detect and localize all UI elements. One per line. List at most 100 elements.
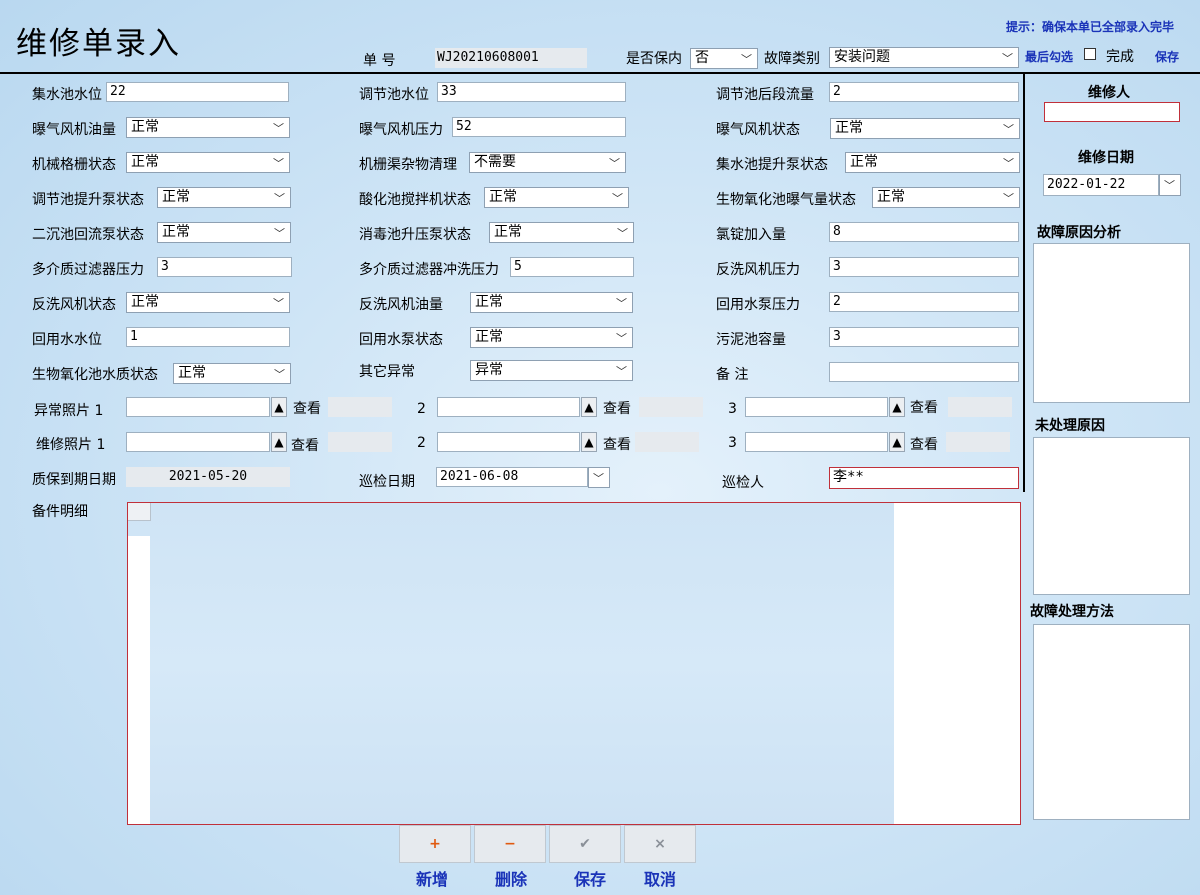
repair-date-input[interactable]: 2022-01-22 (1043, 174, 1159, 196)
r2-b-label: 曝气风机压力 (359, 122, 443, 138)
method-textarea[interactable] (1033, 624, 1190, 820)
hint-text: 提示：确保本单已全部录入完毕 (1006, 20, 1175, 34)
warranty-label: 是否保内 (626, 51, 682, 67)
r7-b-select[interactable]: 正常 ﹀ (470, 292, 633, 313)
r3-a-select[interactable]: 正常 ﹀ (126, 152, 290, 173)
abnormal-photo-2-preview (639, 397, 703, 417)
order-no-field: WJ20210608001 (435, 48, 587, 68)
r7-c-label: 回用水泵压力 (716, 297, 800, 313)
r7-c-input[interactable]: 2 (829, 292, 1019, 312)
warranty-select[interactable]: 否 ﹀ (690, 48, 758, 69)
fault-type-select[interactable]: 安装问题 ﹀ (829, 47, 1019, 68)
r5-a-select[interactable]: 正常 ﹀ (157, 222, 291, 243)
fault-type-label: 故障类别 (764, 51, 820, 67)
upload-icon[interactable]: ▲ (271, 432, 287, 452)
r9-c-input[interactable] (829, 362, 1019, 382)
add-button-label[interactable]: 新增 (396, 866, 468, 890)
view-link[interactable]: 查看 (293, 398, 321, 418)
header-divider (0, 72, 1200, 74)
add-button[interactable]: + (399, 825, 471, 863)
save-button[interactable]: ✔ (549, 825, 621, 863)
upload-icon[interactable]: ▲ (581, 432, 597, 452)
upload-icon[interactable]: ▲ (581, 397, 597, 417)
r2-a-select[interactable]: 正常 ﹀ (126, 117, 290, 138)
r7-a-label: 反洗风机状态 (32, 297, 116, 313)
cancel-button[interactable]: × (624, 825, 696, 863)
abnormal-photo-label: 异常照片 1 (34, 403, 104, 419)
r9-b-select[interactable]: 异常 ﹀ (470, 360, 633, 381)
photo-index-3: 3 (728, 435, 737, 451)
view-link[interactable]: 查看 (910, 434, 938, 454)
repair-photo-2-input[interactable] (437, 432, 580, 452)
inspect-date-picker[interactable]: ﹀ (588, 467, 610, 488)
abnormal-photo-1-input[interactable] (126, 397, 270, 417)
repair-photo-3-input[interactable] (745, 432, 888, 452)
r8-a-input[interactable]: 1 (126, 327, 290, 347)
r5-c-label: 氯锭加入量 (716, 227, 786, 243)
r2-b-input[interactable]: 52 (452, 117, 626, 137)
repairer-input[interactable] (1044, 102, 1180, 122)
grid-corner-cell[interactable] (128, 503, 151, 521)
r3-c-label: 集水池提升泵状态 (716, 157, 828, 173)
parts-grid[interactable] (127, 502, 1021, 825)
repair-photo-1-preview (328, 432, 392, 452)
view-link[interactable]: 查看 (603, 434, 631, 454)
r6-a-input[interactable]: 3 (157, 257, 292, 277)
chevron-down-icon: ﹀ (274, 368, 285, 381)
complete-checkbox[interactable] (1084, 48, 1096, 60)
photo-index-2: 2 (417, 435, 426, 451)
view-link[interactable]: 查看 (291, 435, 319, 455)
r1-c-input[interactable]: 2 (829, 82, 1019, 102)
r6-c-input[interactable]: 3 (829, 257, 1019, 277)
upload-icon[interactable]: ▲ (889, 432, 905, 452)
repair-date-picker[interactable]: ﹀ (1159, 174, 1181, 196)
delete-button[interactable]: − (474, 825, 546, 863)
r4-b-select[interactable]: 正常 ﹀ (484, 187, 629, 208)
r3-c-select[interactable]: 正常 ﹀ (845, 152, 1020, 173)
r6-c-label: 反洗风机压力 (716, 262, 800, 278)
inspector-label: 巡检人 (722, 475, 764, 491)
save-link[interactable]: 保存 (1155, 48, 1179, 65)
abnormal-photo-2-input[interactable] (437, 397, 580, 417)
inspector-input[interactable]: 李** (829, 467, 1019, 489)
view-link[interactable]: 查看 (910, 397, 938, 417)
cancel-button-label[interactable]: 取消 (624, 866, 696, 890)
unhandled-textarea[interactable] (1033, 437, 1190, 595)
abnormal-photo-3-input[interactable] (745, 397, 888, 417)
cause-textarea[interactable] (1033, 243, 1190, 403)
r5-b-select[interactable]: 正常 ﹀ (489, 222, 634, 243)
r9-a-select[interactable]: 正常 ﹀ (173, 363, 291, 384)
chevron-down-icon: ﹀ (593, 472, 604, 485)
chevron-down-icon: ﹀ (1003, 192, 1014, 205)
r7-a-select[interactable]: 正常 ﹀ (126, 292, 290, 313)
abnormal-photo-3-preview (948, 397, 1012, 417)
grid-empty-area (894, 503, 1020, 824)
chevron-down-icon: ﹀ (273, 122, 284, 135)
r4-c-select[interactable]: 正常 ﹀ (872, 187, 1020, 208)
r5-c-input[interactable]: 8 (829, 222, 1019, 242)
r8-b-select[interactable]: 正常 ﹀ (470, 327, 633, 348)
photo-index-3: 3 (728, 401, 737, 417)
r9-a-label: 生物氧化池水质状态 (32, 367, 158, 383)
chevron-down-icon: ﹀ (616, 297, 627, 310)
abnormal-photo-1-preview (328, 397, 392, 417)
r4-b-label: 酸化池搅拌机状态 (359, 192, 471, 208)
inspect-date-input[interactable]: 2021-06-08 (436, 467, 588, 487)
upload-icon[interactable]: ▲ (889, 397, 905, 417)
r1-b-input[interactable]: 33 (437, 82, 626, 102)
r8-c-input[interactable]: 3 (829, 327, 1019, 347)
complete-label: 完成 (1106, 49, 1134, 65)
repair-photo-1-input[interactable] (126, 432, 270, 452)
upload-icon[interactable]: ▲ (271, 397, 287, 417)
r4-a-select[interactable]: 正常 ﹀ (157, 187, 291, 208)
view-link[interactable]: 查看 (603, 398, 631, 418)
r2-c-select[interactable]: 正常 ﹀ (830, 118, 1020, 139)
r1-a-label: 集水池水位 (32, 87, 102, 103)
chevron-down-icon: ﹀ (1003, 123, 1014, 136)
photo-index-2: 2 (417, 401, 426, 417)
r6-b-input[interactable]: 5 (510, 257, 634, 277)
save-button-label[interactable]: 保存 (554, 866, 626, 890)
r1-a-input[interactable]: 22 (106, 82, 289, 102)
delete-button-label[interactable]: 删除 (475, 866, 547, 890)
r3-b-select[interactable]: 不需要 ﹀ (469, 152, 626, 173)
